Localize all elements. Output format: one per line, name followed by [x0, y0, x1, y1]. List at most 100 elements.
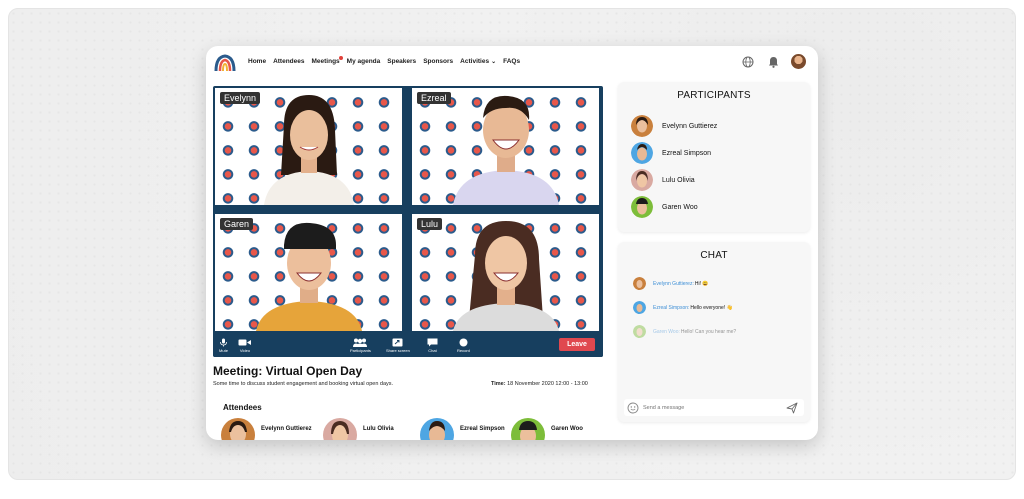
nav-activities-label: Activities [460, 58, 490, 65]
attendee-name: Ezreal Simpson [460, 426, 505, 432]
participant-name: Garen Woo [662, 203, 698, 211]
brand-logo[interactable] [214, 53, 236, 71]
nav-faqs-label: FAQs [503, 58, 521, 65]
chat-title: CHAT [700, 250, 728, 261]
top-nav: Home Attendees Meetings My agenda Speake… [206, 46, 818, 80]
attendee-card[interactable]: Ezreal Simpson [420, 418, 505, 440]
participant-name-tag: Ezreal [417, 92, 451, 104]
globe-icon[interactable] [741, 55, 755, 69]
nav-home[interactable]: Home [248, 58, 266, 65]
record-label: Record [457, 348, 470, 353]
participant-name-tag: Evelynn [220, 92, 261, 104]
camera-icon [238, 339, 251, 346]
nav-sponsors-label: Sponsors [423, 58, 454, 65]
chat-message: Garen Woo: Hello! Can you hear me? [633, 325, 736, 338]
participant-item[interactable]: Evelynn Guttierez [631, 115, 717, 137]
chat-text: Hello! Can you hear me? [680, 328, 737, 335]
participants-button[interactable]: Participants [350, 338, 371, 353]
share-screen-button[interactable]: Share screen [386, 338, 410, 353]
participant-avatar [631, 169, 653, 191]
attendee-card[interactable]: Lulu Olivia [323, 418, 394, 440]
chat-author: Evelynn Guttierez: [653, 280, 694, 287]
participant-name-tag: Garen [220, 218, 254, 230]
emoji-icon[interactable] [627, 402, 639, 414]
participant-video-ezreal [452, 95, 559, 205]
leave-button[interactable]: Leave [559, 338, 595, 351]
chat-avatar [633, 301, 646, 314]
video-tile-garen[interactable]: Garen [215, 214, 402, 331]
video-tile-lulu[interactable]: Lulu [412, 214, 599, 331]
chat-text: Hi! 😀 [694, 280, 709, 287]
participant-video-lulu [452, 221, 559, 331]
attendee-card[interactable]: Garen Woo [511, 418, 583, 440]
nav-menu: Home Attendees Meetings My agenda Speake… [248, 56, 527, 65]
mute-label: Mute [219, 348, 228, 353]
nav-actions [741, 54, 806, 69]
participant-item[interactable]: Lulu Olivia [631, 169, 695, 191]
nav-speakers[interactable]: Speakers [387, 58, 416, 65]
time-label: Time: [491, 381, 506, 387]
mute-button[interactable]: Mute [219, 338, 228, 353]
attendee-avatar [511, 418, 545, 440]
nav-faqs[interactable]: FAQs [503, 58, 520, 65]
call-controls-bar: Mute Video Participants Share screen Cha… [213, 335, 603, 357]
chat-panel: CHAT Evelynn Guttierez: Hi! 😀 Ezreal Sim… [618, 242, 810, 422]
nav-sponsors[interactable]: Sponsors [423, 58, 453, 65]
chat-author: Garen Woo: [653, 328, 680, 335]
chat-input-bar [624, 399, 804, 416]
meeting-time: Time: 18 November 2020 12:00 - 13:00 [491, 381, 588, 387]
app-window: Home Attendees Meetings My agenda Speake… [206, 46, 818, 440]
participant-video-garen [255, 222, 362, 331]
send-icon[interactable] [786, 402, 798, 414]
chat-author: Ezreal Simpson: [653, 304, 690, 311]
microphone-icon [220, 338, 227, 347]
chat-avatar [633, 325, 646, 338]
meeting-description: Some time to discuss student engagement … [213, 381, 394, 387]
attendees-heading: Attendees [223, 403, 262, 412]
nav-my-agenda-label: My agenda [346, 58, 381, 65]
video-grid: Evelynn Ezreal Garen Lulu Mute Video Par… [213, 86, 603, 357]
participant-name: Ezreal Simpson [662, 149, 712, 157]
chat-avatar [633, 277, 646, 290]
participants-icon [353, 338, 368, 347]
participant-video-evelynn [263, 95, 354, 205]
chevron-down-icon: ⌄ [491, 59, 497, 65]
participants-panel: PARTICIPANTS Evelynn Guttierez Ezreal Si… [618, 82, 810, 232]
video-tile-ezreal[interactable]: Ezreal [412, 88, 599, 205]
attendee-avatar [323, 418, 357, 440]
record-button[interactable]: Record [457, 338, 470, 353]
video-button[interactable]: Video [238, 338, 252, 353]
nav-activities[interactable]: Activities ⌄ [460, 58, 496, 65]
share-screen-label: Share screen [386, 348, 410, 353]
video-label: Video [239, 348, 251, 353]
attendee-name: Garen Woo [551, 426, 583, 432]
nav-attendees[interactable]: Attendees [273, 58, 304, 65]
attendee-avatar [221, 418, 255, 440]
chat-text: Hello everyone! 👋 [690, 304, 733, 311]
participant-name: Lulu Olivia [662, 176, 695, 184]
meeting-title: Meeting: Virtual Open Day [213, 364, 363, 378]
nav-home-label: Home [248, 58, 267, 65]
participant-avatar [631, 142, 653, 164]
nav-meetings[interactable]: Meetings [312, 56, 343, 65]
participant-name: Evelynn Guttierez [662, 122, 718, 130]
video-tile-evelynn[interactable]: Evelynn [215, 88, 402, 205]
share-screen-icon [392, 338, 403, 347]
attendee-avatar [420, 418, 454, 440]
chat-bubble-icon [427, 338, 438, 347]
bell-icon[interactable] [766, 55, 780, 69]
chat-message-input[interactable] [643, 404, 773, 411]
participant-item[interactable]: Garen Woo [631, 196, 698, 218]
participant-avatar [631, 196, 653, 218]
attendee-card[interactable]: Evelynn Guttierez [221, 418, 312, 440]
attendee-name: Lulu Olivia [363, 426, 394, 432]
attendee-name: Evelynn Guttierez [261, 426, 312, 432]
nav-my-agenda[interactable]: My agenda [347, 58, 381, 65]
chat-message: Evelynn Guttierez: Hi! 😀 [633, 277, 709, 290]
participant-item[interactable]: Ezreal Simpson [631, 142, 711, 164]
notification-dot [338, 56, 343, 60]
user-avatar[interactable] [791, 54, 806, 69]
chat-button[interactable]: Chat [427, 338, 438, 353]
chat-message: Ezreal Simpson: Hello everyone! 👋 [633, 301, 733, 314]
nav-speakers-label: Speakers [387, 58, 417, 65]
